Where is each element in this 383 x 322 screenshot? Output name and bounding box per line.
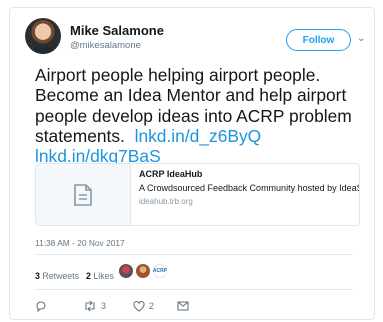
message-button[interactable] — [177, 301, 189, 311]
likes-count: 2 — [86, 271, 91, 281]
divider — [35, 289, 353, 290]
engagement-stats: 3 Retweets 2 Likes — [35, 271, 114, 281]
liker-avatar[interactable]: ACRP — [153, 264, 167, 278]
retweet-button[interactable]: 3 — [83, 300, 133, 312]
reply-button[interactable] — [35, 300, 83, 312]
link-preview-card[interactable]: ACRP IdeaHub A Crowdsourced Feedback Com… — [35, 163, 360, 226]
retweets-stat[interactable]: 3 Retweets — [35, 271, 79, 281]
like-icon — [133, 300, 145, 312]
link-thumbnail — [36, 164, 131, 225]
document-icon — [74, 183, 92, 206]
retweets-count: 3 — [35, 271, 40, 281]
avatar[interactable] — [25, 18, 61, 54]
follow-button[interactable]: Follow — [286, 29, 351, 51]
tweet-actions: 3 2 — [35, 300, 189, 312]
retweets-label: Retweets — [42, 271, 80, 281]
liker-badge-text: ACRP — [152, 268, 168, 274]
chevron-down-icon[interactable]: ⌄ — [357, 33, 365, 44]
like-count: 2 — [149, 301, 155, 311]
like-button[interactable]: 2 — [133, 300, 177, 312]
liker-avatar[interactable] — [136, 264, 150, 278]
link-preview-description: A Crowdsourced Feedback Community hosted… — [139, 183, 359, 193]
message-icon — [177, 301, 189, 311]
likes-stat[interactable]: 2 Likes — [86, 271, 114, 281]
user-handle[interactable]: @mikesalamone — [70, 40, 141, 51]
link-preview-body: ACRP IdeaHub A Crowdsourced Feedback Com… — [131, 164, 359, 225]
likes-label: Likes — [93, 271, 114, 281]
retweet-icon — [85, 300, 95, 312]
retweet-count: 3 — [101, 301, 107, 311]
reply-icon — [36, 301, 46, 312]
link-preview-title: ACRP IdeaHub — [139, 169, 203, 179]
liker-avatar[interactable] — [119, 264, 133, 278]
link-preview-domain: ideahub.trb.org — [139, 197, 193, 206]
divider — [35, 254, 353, 255]
user-name[interactable]: Mike Salamone — [70, 23, 164, 38]
tweet-link-1[interactable]: lnkd.in/d_z6ByQ — [135, 126, 262, 146]
tweet-text: Airport people helping airport people. B… — [35, 65, 365, 166]
likers-avatars: ACRP — [119, 264, 167, 278]
tweet-timestamp[interactable]: 11:38 AM - 20 Nov 2017 — [35, 238, 125, 248]
